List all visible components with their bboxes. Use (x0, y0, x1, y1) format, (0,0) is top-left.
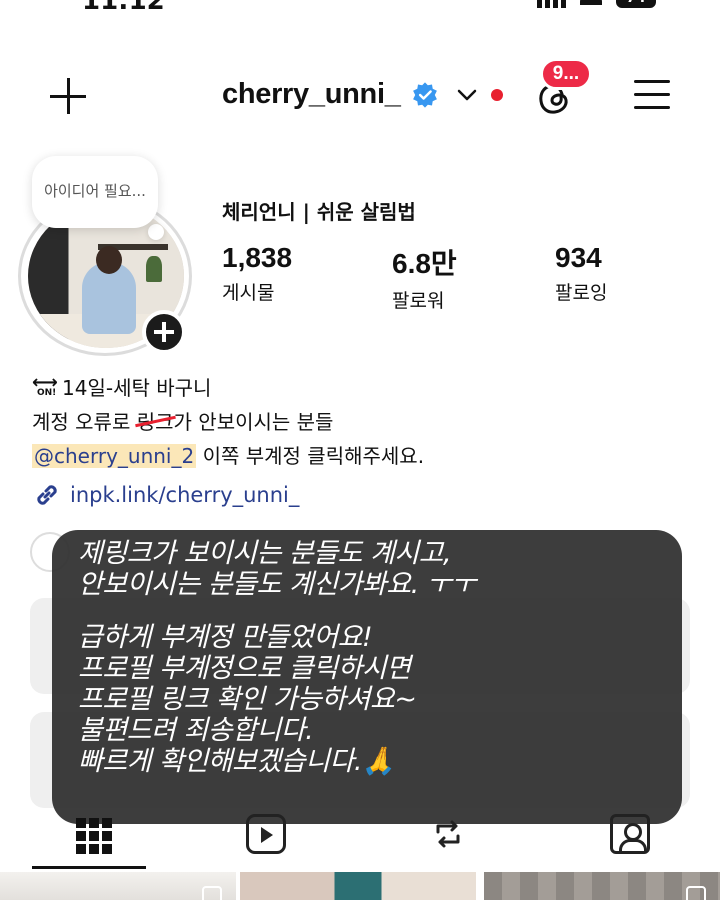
overlay-line: 불편드려 죄송합니다. (78, 715, 314, 746)
stat-value: 1,838 (222, 242, 293, 273)
note-text: 아이디어 필요... (44, 182, 146, 201)
stat-label: 게시물 (222, 282, 275, 304)
stat-label: 팔로잉 (555, 282, 608, 304)
reels-icon[interactable] (246, 814, 286, 854)
tagged-icon[interactable] (610, 814, 650, 854)
stat-label: 팔로워 (392, 290, 445, 312)
stat-posts[interactable]: 1,838 게시물 (222, 242, 292, 305)
add-story-icon[interactable] (142, 310, 186, 354)
unread-dot (490, 88, 503, 101)
active-tab-indicator (32, 866, 146, 869)
mention-link[interactable]: @cherry_unni_2 (32, 444, 197, 468)
post-thumbnail[interactable] (240, 872, 476, 900)
overlay-caption: 제링크가 보이시는 분들도 계시고, 안보이시는 분들도 계신가봐요. ㅜㅜ 급… (52, 530, 682, 824)
bio-struck-word: 링크 (136, 410, 174, 434)
grid-icon[interactable] (72, 814, 112, 854)
bio-line-1: ⟷ ON! 14일-세탁 바구니 (32, 372, 211, 401)
stat-followers[interactable]: 6.8만 팔로워 (392, 242, 457, 313)
stat-value: 934 (555, 242, 602, 273)
create-plus-icon[interactable] (48, 76, 88, 116)
bio-line-3: @cherry_unni_2 이쪽 부계정 클릭해주세요. (32, 444, 425, 468)
note-bubble[interactable]: 아이디어 필요... (32, 156, 158, 228)
overlay-line: 급하게 부계정 만들었어요! (78, 622, 373, 653)
account-switcher[interactable]: cherry_unni_ (222, 78, 503, 111)
chevron-down-icon[interactable] (457, 88, 477, 102)
overlay-line: 제링크가 보이시는 분들도 계시고, (78, 538, 452, 569)
repost-icon[interactable] (428, 814, 468, 854)
wifi-icon (580, 0, 602, 5)
post-thumbnail[interactable] (0, 872, 236, 900)
overlay-line: 빠르게 확인해보겠습니다.🙏 (78, 746, 396, 777)
stat-following[interactable]: 934 팔로잉 (555, 242, 607, 305)
overlay-line: 안보이시는 분들도 계신가봐요. ㅜㅜ (78, 569, 476, 600)
status-indicators: 74 (537, 0, 656, 8)
bio-line-2: 계정 오류로 링크가 안보이시는 분들 (32, 410, 334, 434)
status-time: 11:12 (82, 0, 165, 16)
profile-tabs (0, 806, 720, 870)
overlay-line: 프로필 링크 확인 가능하셔요~ (78, 684, 417, 715)
carousel-icon (202, 886, 222, 900)
link-icon (37, 485, 57, 505)
note-tail (148, 224, 164, 240)
bio-text: 14일-세탁 바구니 (62, 376, 212, 400)
overlay-line: 프로필 부계정으로 클릭하시면 (78, 653, 411, 684)
on-arrow-icon: ⟷ ON! (32, 372, 58, 399)
menu-icon[interactable] (634, 80, 670, 110)
carousel-icon (686, 886, 706, 900)
bio-link-text: inpk.link/cherry_unni_ (70, 483, 300, 507)
notification-badge[interactable]: 9... (540, 58, 592, 90)
battery-icon: 74 (616, 0, 656, 8)
signal-icon (537, 0, 566, 8)
profile-full-name: 체리언니 | 쉬운 살림법 (222, 200, 416, 224)
verified-badge-icon (412, 81, 437, 108)
bio-link[interactable]: inpk.link/cherry_unni_ (32, 480, 299, 510)
stat-value: 6.8만 (392, 248, 457, 279)
post-thumbnail[interactable] (484, 872, 720, 900)
username: cherry_unni_ (222, 78, 401, 110)
